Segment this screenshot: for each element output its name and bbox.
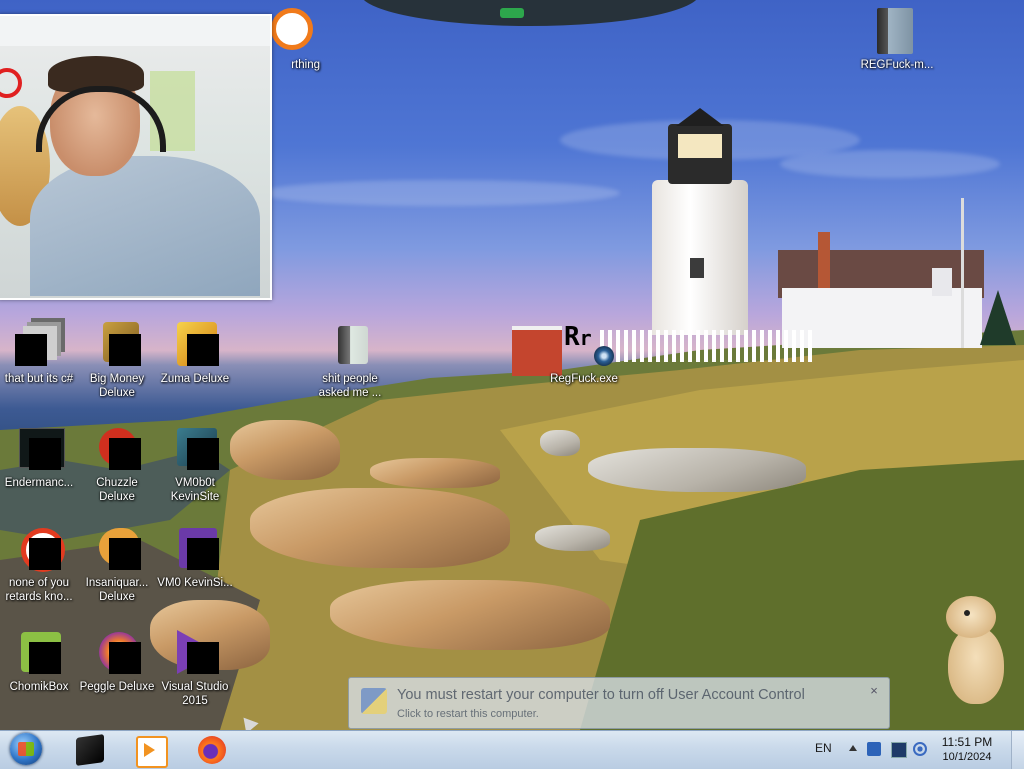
lighthouse-lamp bbox=[678, 134, 722, 158]
desktop-icon-regfuck-m[interactable]: REGFuck-m... bbox=[858, 8, 936, 72]
desktop-icon-label: VM0b0t KevinSite bbox=[170, 477, 220, 503]
system-tray: EN 11:51 PM 10/1/2024 bbox=[809, 731, 1024, 769]
windows-logo-icon bbox=[18, 742, 34, 756]
wallpaper-rock bbox=[535, 525, 610, 551]
desktop-icon-label: Endermanc... bbox=[4, 477, 74, 489]
censor-box bbox=[187, 334, 219, 366]
photo-popup-window[interactable] bbox=[0, 14, 272, 300]
desktop-icon-big-money-deluxe[interactable]: Big Money Deluxe bbox=[78, 322, 156, 400]
top-overlay-indicator bbox=[500, 8, 524, 18]
censor-box bbox=[109, 642, 141, 674]
wallpaper-rock bbox=[370, 458, 500, 488]
keeper-house-dormer bbox=[932, 268, 952, 296]
keeper-house-chimney bbox=[818, 232, 830, 288]
desktop-icon-none-of-you[interactable]: none of you retards kno... bbox=[0, 526, 78, 604]
wallpaper-rock bbox=[540, 430, 580, 456]
lighthouse-window bbox=[690, 258, 704, 278]
show-hidden-icons-chevron-icon[interactable] bbox=[849, 745, 857, 751]
censor-box bbox=[29, 642, 61, 674]
pine-tree bbox=[980, 290, 1016, 345]
desktop-icon-insaniquarium-deluxe[interactable]: Insaniquar... Deluxe bbox=[78, 526, 156, 604]
desktop-icon-chuzzle-deluxe[interactable]: Chuzzle Deluxe bbox=[78, 426, 156, 504]
clock-date[interactable]: 10/1/2024 bbox=[937, 751, 997, 763]
desktop-icon-label: VM0 KevinSi... bbox=[157, 577, 233, 589]
censor-box bbox=[29, 438, 61, 470]
internet-explorer-icon bbox=[76, 734, 104, 766]
desktop-icon-vm0b0t-kevinsite[interactable]: VM0b0t KevinSite bbox=[156, 426, 234, 504]
taskbar-pinned-firefox[interactable] bbox=[182, 732, 240, 768]
desktop-icon-label: ChomikBox bbox=[9, 681, 69, 693]
desktop-icon-label: Visual Studio 2015 bbox=[161, 681, 229, 707]
language-indicator[interactable]: EN bbox=[815, 741, 832, 755]
start-button[interactable] bbox=[4, 731, 48, 769]
regfuck-exe-icon: Rr bbox=[564, 322, 592, 352]
desktop-icon-label: shit people asked me ... bbox=[318, 373, 382, 399]
desktop-icon-zuma-deluxe[interactable]: Zuma Deluxe bbox=[156, 322, 234, 386]
censor-box bbox=[187, 438, 219, 470]
hamster-desktop-pet[interactable] bbox=[940, 596, 1006, 708]
desktop-icon-shit-people-asked-me[interactable]: shit people asked me ... bbox=[311, 322, 389, 400]
folder-icon bbox=[338, 326, 368, 364]
notification-title: You must restart your computer to turn o… bbox=[397, 687, 805, 703]
desktop-icon-label: Insaniquar... Deluxe bbox=[85, 577, 149, 603]
censor-box bbox=[187, 642, 219, 674]
desktop-icon-vm0-kevinsite[interactable]: VM0 KevinSi... bbox=[156, 526, 234, 590]
censor-box bbox=[109, 334, 141, 366]
censor-box bbox=[109, 538, 141, 570]
action-center-flag-icon bbox=[361, 688, 387, 714]
desktop-icon-label: RegFuck.exe bbox=[550, 373, 618, 385]
hamster-head bbox=[946, 596, 996, 638]
desktop-icon-visual-studio-2015[interactable]: Visual Studio 2015 bbox=[156, 630, 234, 708]
censor-box bbox=[187, 538, 219, 570]
orange-ring-icon bbox=[271, 8, 313, 50]
desktop-icon-label: that but its c# bbox=[4, 373, 74, 385]
wallpaper-rock bbox=[250, 488, 510, 568]
clock-time[interactable]: 11:51 PM bbox=[937, 735, 997, 749]
show-desktop-button[interactable] bbox=[1011, 731, 1024, 769]
hamster-eye bbox=[964, 610, 970, 616]
network-icon[interactable] bbox=[891, 742, 907, 758]
desktop-icon-label: Big Money Deluxe bbox=[89, 373, 145, 399]
desktop-icon-regfuck-exe[interactable]: Rr RegFuck.exe bbox=[545, 322, 623, 386]
wallpaper-rock bbox=[330, 580, 610, 650]
folder-icon bbox=[877, 8, 913, 54]
taskbar-pinned-internet-explorer[interactable] bbox=[60, 732, 118, 768]
flag-pole bbox=[961, 198, 964, 348]
censor-box bbox=[15, 334, 47, 366]
desktop-icon-label: none of you retards kno... bbox=[5, 577, 73, 603]
volume-icon[interactable] bbox=[913, 742, 927, 756]
lighthouse-cap bbox=[676, 108, 724, 126]
desktop-icon-endermanch[interactable]: Endermanc... bbox=[0, 426, 78, 490]
desktop-icon-peggle-deluxe[interactable]: Peggle Deluxe bbox=[78, 630, 156, 694]
desktop-icon-label: Chuzzle Deluxe bbox=[96, 477, 138, 503]
desktop-icon-chomikbox[interactable]: ChomikBox bbox=[0, 630, 78, 694]
uac-restart-notification[interactable]: You must restart your computer to turn o… bbox=[348, 677, 890, 729]
desktop-icon-label: REGFuck-m... bbox=[860, 59, 934, 71]
wallpaper-rock bbox=[230, 420, 340, 480]
photo-person-shirt bbox=[30, 156, 260, 296]
desktop-icon-that-but-its-csharp[interactable]: that but its c# bbox=[0, 322, 78, 386]
taskbar: EN 11:51 PM 10/1/2024 bbox=[0, 730, 1024, 769]
desktop-icon-label: Peggle Deluxe bbox=[79, 681, 155, 693]
white-fence bbox=[600, 330, 815, 362]
disc-icon bbox=[594, 346, 614, 366]
notification-subtitle[interactable]: Click to restart this computer. bbox=[397, 708, 539, 720]
taskbar-pinned-media-player[interactable] bbox=[120, 732, 178, 768]
censor-box bbox=[109, 438, 141, 470]
wallpaper-rock bbox=[588, 448, 806, 492]
action-center-flag-icon[interactable] bbox=[867, 742, 881, 756]
censor-box bbox=[29, 538, 61, 570]
firefox-icon bbox=[198, 736, 226, 764]
play-icon bbox=[144, 743, 155, 757]
desktop-icon-label: Zuma Deluxe bbox=[160, 373, 230, 385]
close-icon[interactable]: × bbox=[867, 684, 881, 698]
hamster-body bbox=[948, 626, 1004, 704]
